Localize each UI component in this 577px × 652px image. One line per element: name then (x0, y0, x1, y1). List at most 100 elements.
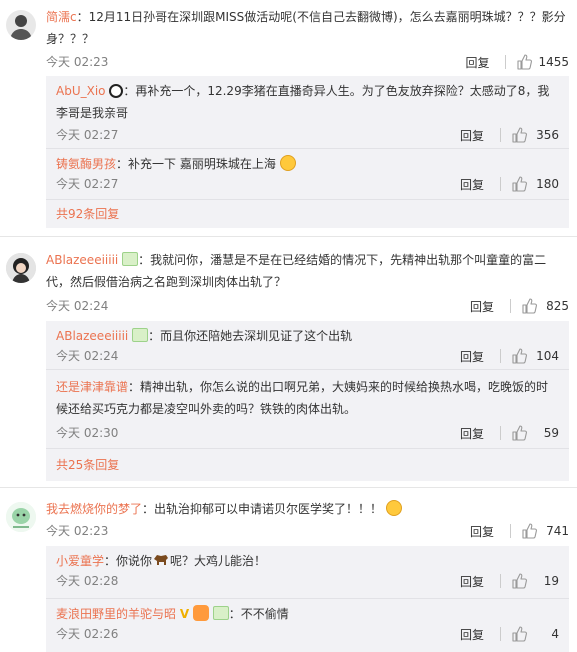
reply-button[interactable]: 回复 (470, 298, 494, 315)
reply-username[interactable]: ABlazeeeiiiii (56, 329, 128, 343)
reply-button[interactable]: 回复 (460, 573, 484, 590)
reply-username[interactable]: 还是津津靠谱 (56, 380, 128, 394)
reply-body: ：再补充一个，12.29李猪在直播奇异人生。为了色友放弃探险？太感动了8，我李哥… (56, 84, 550, 120)
comment-body: ：出轨治抑郁可以申请诺贝尔医学奖了！！！ (142, 502, 383, 516)
reply-body: ：而且你还陪她去深圳见证了这个出轨 (148, 329, 353, 343)
comment-time: 今天 02:23 (46, 524, 109, 538)
badge-emoji-icon (212, 606, 229, 620)
reply-time: 今天 02:26 (56, 627, 119, 641)
like-icon[interactable] (511, 176, 527, 192)
panda-emoji-icon (109, 84, 124, 98)
divider (505, 55, 507, 69)
reply-text: AbU_Xio ：再补充一个，12.29李猪在直播奇异人生。为了色友放弃探险？太… (56, 76, 559, 124)
like-icon[interactable] (516, 54, 532, 70)
reply-username[interactable]: AbU_Xio (56, 84, 106, 98)
more-replies: 共25条回复 (46, 449, 569, 481)
reply-button[interactable]: 回复 (470, 523, 494, 540)
reply-item: 小爱童学：你说你 呢？大鸡儿能治！ 今天 02:28 回复 19 (46, 546, 569, 599)
divider (500, 426, 501, 440)
crying-emoji-icon (385, 500, 402, 516)
reply-text: ABlazeeeiiiii ：而且你还陪她去深圳见证了这个出轨 (56, 321, 559, 347)
reply-text: 还是津津靠谱：精神出轨，你怎么说的出口啊兄弟，大姨妈来的时候给换热水喝，吃晚饭的… (56, 370, 559, 420)
reply-username[interactable]: 麦浪田野里的羊驼与昭 (56, 607, 176, 621)
divider (500, 177, 501, 191)
reply-meta: 今天 02:30 回复 59 (56, 424, 559, 442)
reply-list: 小爱童学：你说你 呢？大鸡儿能治！ 今天 02:28 回复 19 麦浪田野里的羊驼… (46, 546, 569, 652)
more-replies: 共92条回复 (46, 200, 569, 228)
reply-meta: 今天 02:26 回复 4 (56, 625, 559, 643)
divider (500, 574, 501, 588)
reply-body: ：精神出轨，你怎么说的出口啊兄弟，大姨妈来的时候给换热水喝，吃晚饭的时候还给买巧… (56, 380, 549, 416)
badge-emoji-icon (122, 252, 139, 266)
reply-text: 铸氨酶男孩：补充一下 嘉丽明珠城在上海 (56, 149, 559, 175)
like-count: 59 (543, 426, 559, 440)
reply-time: 今天 02:27 (56, 177, 119, 191)
badge-emoji-icon (132, 328, 149, 342)
reply-text: 小爱童学：你说你 呢？大鸡儿能治！ (56, 546, 559, 572)
comment-time: 今天 02:24 (46, 299, 109, 313)
comment-meta: 今天 02:23 回复 1455 (46, 53, 569, 71)
like-count: 741 (546, 524, 569, 538)
reply-time: 今天 02:27 (56, 128, 119, 142)
like-count: 19 (543, 574, 559, 588)
comment-username[interactable]: 简濡c (46, 10, 77, 24)
comment-time: 今天 02:23 (46, 55, 109, 69)
reply-meta: 今天 02:27 回复 180 (56, 175, 559, 193)
comment-body: ：我就问你，潘慧是不是在已经结婚的情况下，先精神出轨那个叫童童的富二代，然后假借… (46, 253, 547, 289)
reply-body: ：补充一下 嘉丽明珠城在上海 (116, 157, 276, 171)
avatar[interactable] (6, 10, 36, 40)
comment-text: 简濡c：12月11日孙哥在深圳跟MISS做活动呢(不信自己去翻微博)，怎么去嘉丽… (46, 6, 569, 50)
like-icon[interactable] (511, 425, 527, 441)
reply-time: 今天 02:28 (56, 574, 119, 588)
comment-item: ABlazeeeiiiii ：我就问你，潘慧是不是在已经结婚的情况下，先精神出轨… (0, 237, 577, 488)
reply-item: 还是津津靠谱：精神出轨，你怎么说的出口啊兄弟，大姨妈来的时候给换热水喝，吃晚饭的… (46, 370, 569, 449)
comment-item: 我去燃烧你的梦了：出轨治抑郁可以申请诺贝尔医学奖了！！！ 今天 02:23 回复… (0, 488, 577, 652)
reply-body-tail: 呢？大鸡儿能治！ (170, 554, 267, 568)
comment-text: ABlazeeeiiiii ：我就问你，潘慧是不是在已经结婚的情况下，先精神出轨… (46, 249, 569, 293)
comment-body: ：12月11日孙哥在深圳跟MISS做活动呢(不信自己去翻微博)，怎么去嘉丽明珠城… (46, 10, 566, 46)
reply-button[interactable]: 回复 (460, 425, 484, 442)
reply-username[interactable]: 小爱童学 (56, 554, 104, 568)
more-replies-link[interactable]: 共92条回复 (56, 207, 119, 221)
comment-meta: 今天 02:23 回复 741 (46, 522, 569, 540)
laughing-emoji-icon (279, 155, 296, 171)
reply-meta: 今天 02:27 回复 356 (56, 126, 559, 144)
like-count: 104 (536, 349, 559, 363)
reply-time: 今天 02:24 (56, 349, 119, 363)
reply-button[interactable]: 回复 (465, 54, 489, 71)
reply-list: ABlazeeeiiiii ：而且你还陪她去深圳见证了这个出轨 今天 02:24… (46, 321, 569, 481)
reply-meta: 今天 02:28 回复 19 (56, 572, 559, 590)
like-count: 1455 (538, 55, 569, 69)
like-count: 180 (536, 177, 559, 191)
reply-item: ABlazeeeiiiii ：而且你还陪她去深圳见证了这个出轨 今天 02:24… (46, 321, 569, 370)
avatar[interactable] (6, 253, 36, 283)
like-count: 4 (551, 627, 559, 641)
like-icon[interactable] (511, 573, 527, 589)
like-icon[interactable] (511, 127, 527, 143)
comment-meta: 今天 02:24 回复 825 (46, 297, 569, 315)
reply-meta: 今天 02:24 回复 104 (56, 347, 559, 365)
comment-username[interactable]: 我去燃烧你的梦了 (46, 502, 142, 516)
like-icon[interactable] (511, 626, 527, 642)
avatar[interactable] (6, 502, 36, 532)
comment-username[interactable]: ABlazeeeiiiii (46, 253, 118, 267)
more-replies-link[interactable]: 共25条回复 (56, 458, 119, 472)
reply-button[interactable]: 回复 (460, 348, 484, 365)
reply-button[interactable]: 回复 (460, 127, 484, 144)
reply-button[interactable]: 回复 (460, 176, 484, 193)
reply-button[interactable]: 回复 (460, 626, 484, 643)
reply-username[interactable]: 铸氨酶男孩 (56, 157, 116, 171)
divider (500, 128, 501, 142)
comment-item: 简濡c：12月11日孙哥在深圳跟MISS做活动呢(不信自己去翻微博)，怎么去嘉丽… (0, 0, 577, 237)
horse-emoji-icon (152, 552, 170, 566)
like-count: 356 (536, 128, 559, 142)
reply-body: ：你说你 (104, 554, 153, 568)
like-icon[interactable] (511, 348, 527, 364)
divider (500, 349, 501, 363)
reply-list: AbU_Xio ：再补充一个，12.29李猪在直播奇异人生。为了色友放弃探险？太… (46, 76, 569, 228)
like-icon[interactable] (521, 298, 537, 314)
reply-item: AbU_Xio ：再补充一个，12.29李猪在直播奇异人生。为了色友放弃探险？太… (46, 76, 569, 149)
like-icon[interactable] (521, 523, 537, 539)
reply-body: ：不不偷情 (228, 607, 289, 621)
divider (500, 627, 501, 641)
